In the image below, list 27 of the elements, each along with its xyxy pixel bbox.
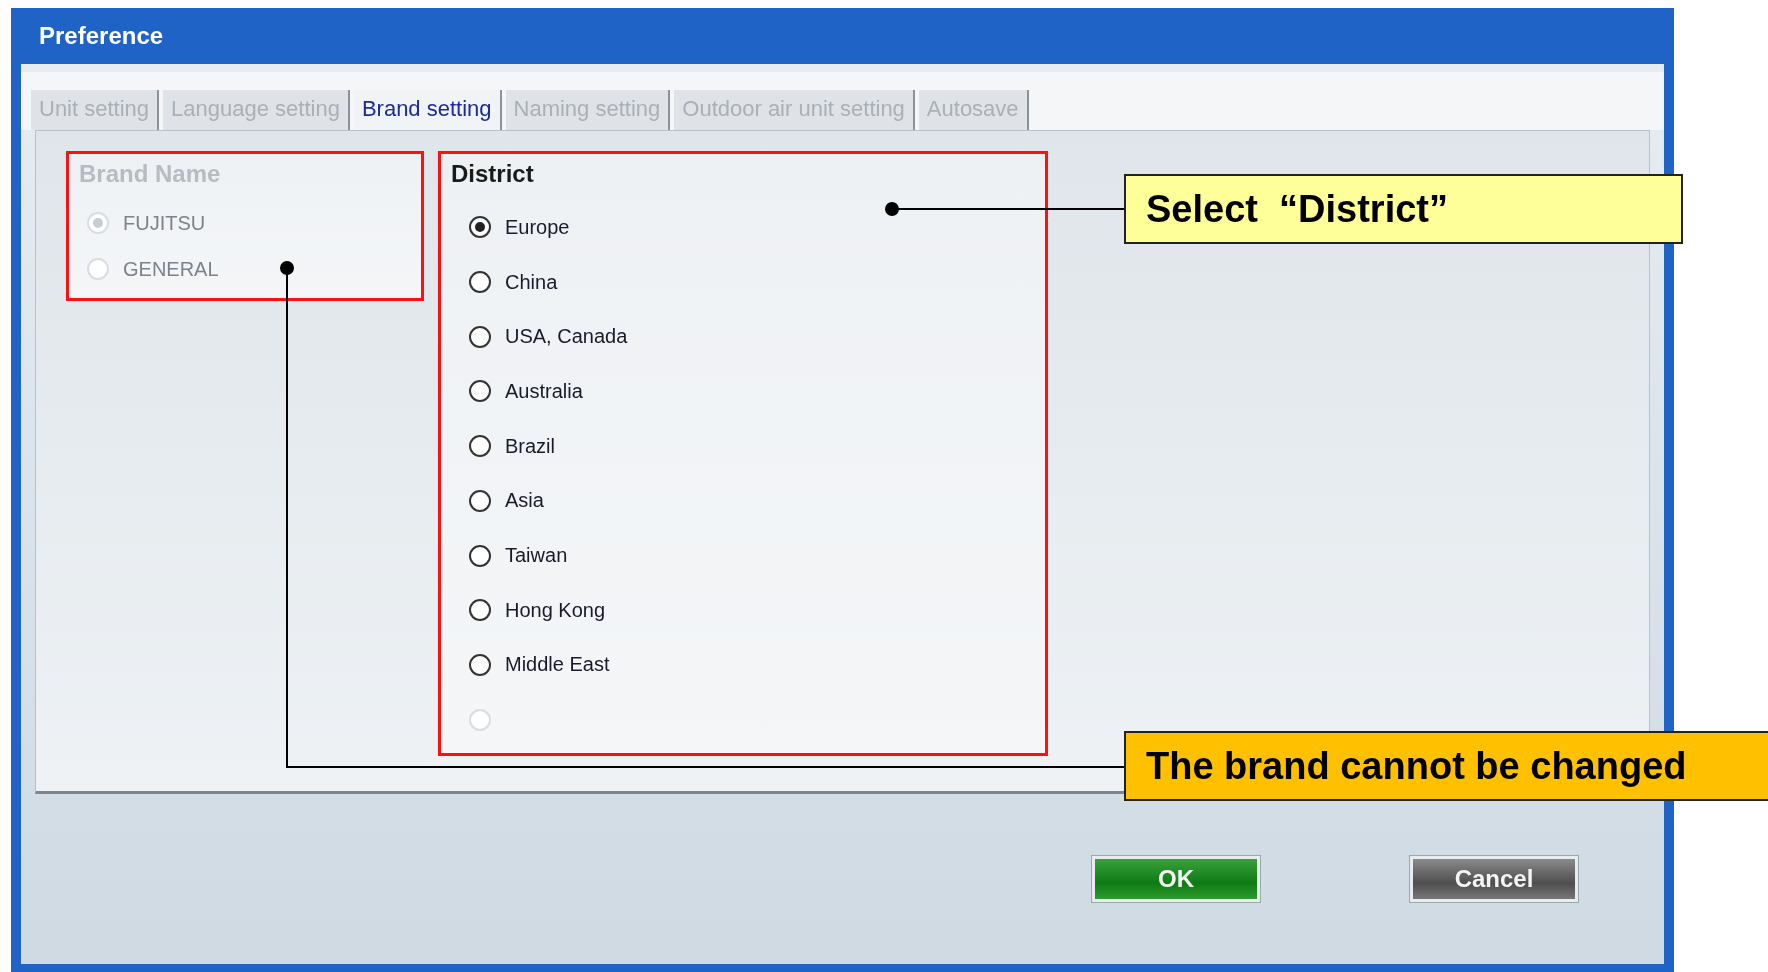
callout-note: Select “District” bbox=[1124, 174, 1683, 244]
group-title: District bbox=[451, 160, 535, 188]
radio-label: Brazil bbox=[505, 434, 555, 458]
radio-label: Asia bbox=[505, 489, 544, 513]
radio-button[interactable] bbox=[469, 489, 491, 512]
radio-button[interactable] bbox=[469, 380, 491, 403]
radio-button[interactable] bbox=[469, 435, 491, 458]
radio-label: GENERAL bbox=[123, 257, 219, 281]
radio-label: Middle East bbox=[505, 653, 610, 677]
radio-label: Hong Kong bbox=[505, 598, 606, 622]
radio-label: Australia bbox=[505, 379, 583, 403]
callout-note: The brand cannot be changed bbox=[1124, 731, 1768, 801]
window-title: Preference bbox=[38, 21, 165, 51]
radio-label: China bbox=[505, 270, 558, 294]
radio-button[interactable] bbox=[469, 325, 491, 348]
ok-button[interactable]: OK bbox=[1092, 856, 1260, 902]
radio-button[interactable] bbox=[469, 653, 491, 676]
radio-button[interactable] bbox=[469, 271, 491, 294]
radio-label: USA, Canada bbox=[505, 325, 628, 349]
radio-button[interactable] bbox=[469, 544, 491, 567]
radio-label: FUJITSU bbox=[123, 211, 206, 235]
group-title: Brand Name bbox=[79, 160, 222, 188]
radio-button[interactable] bbox=[469, 599, 491, 622]
radio-label: Europe bbox=[505, 215, 570, 239]
radio-label: Taiwan bbox=[505, 544, 568, 568]
cancel-button[interactable]: Cancel bbox=[1410, 856, 1578, 902]
radio-button[interactable] bbox=[469, 216, 491, 239]
